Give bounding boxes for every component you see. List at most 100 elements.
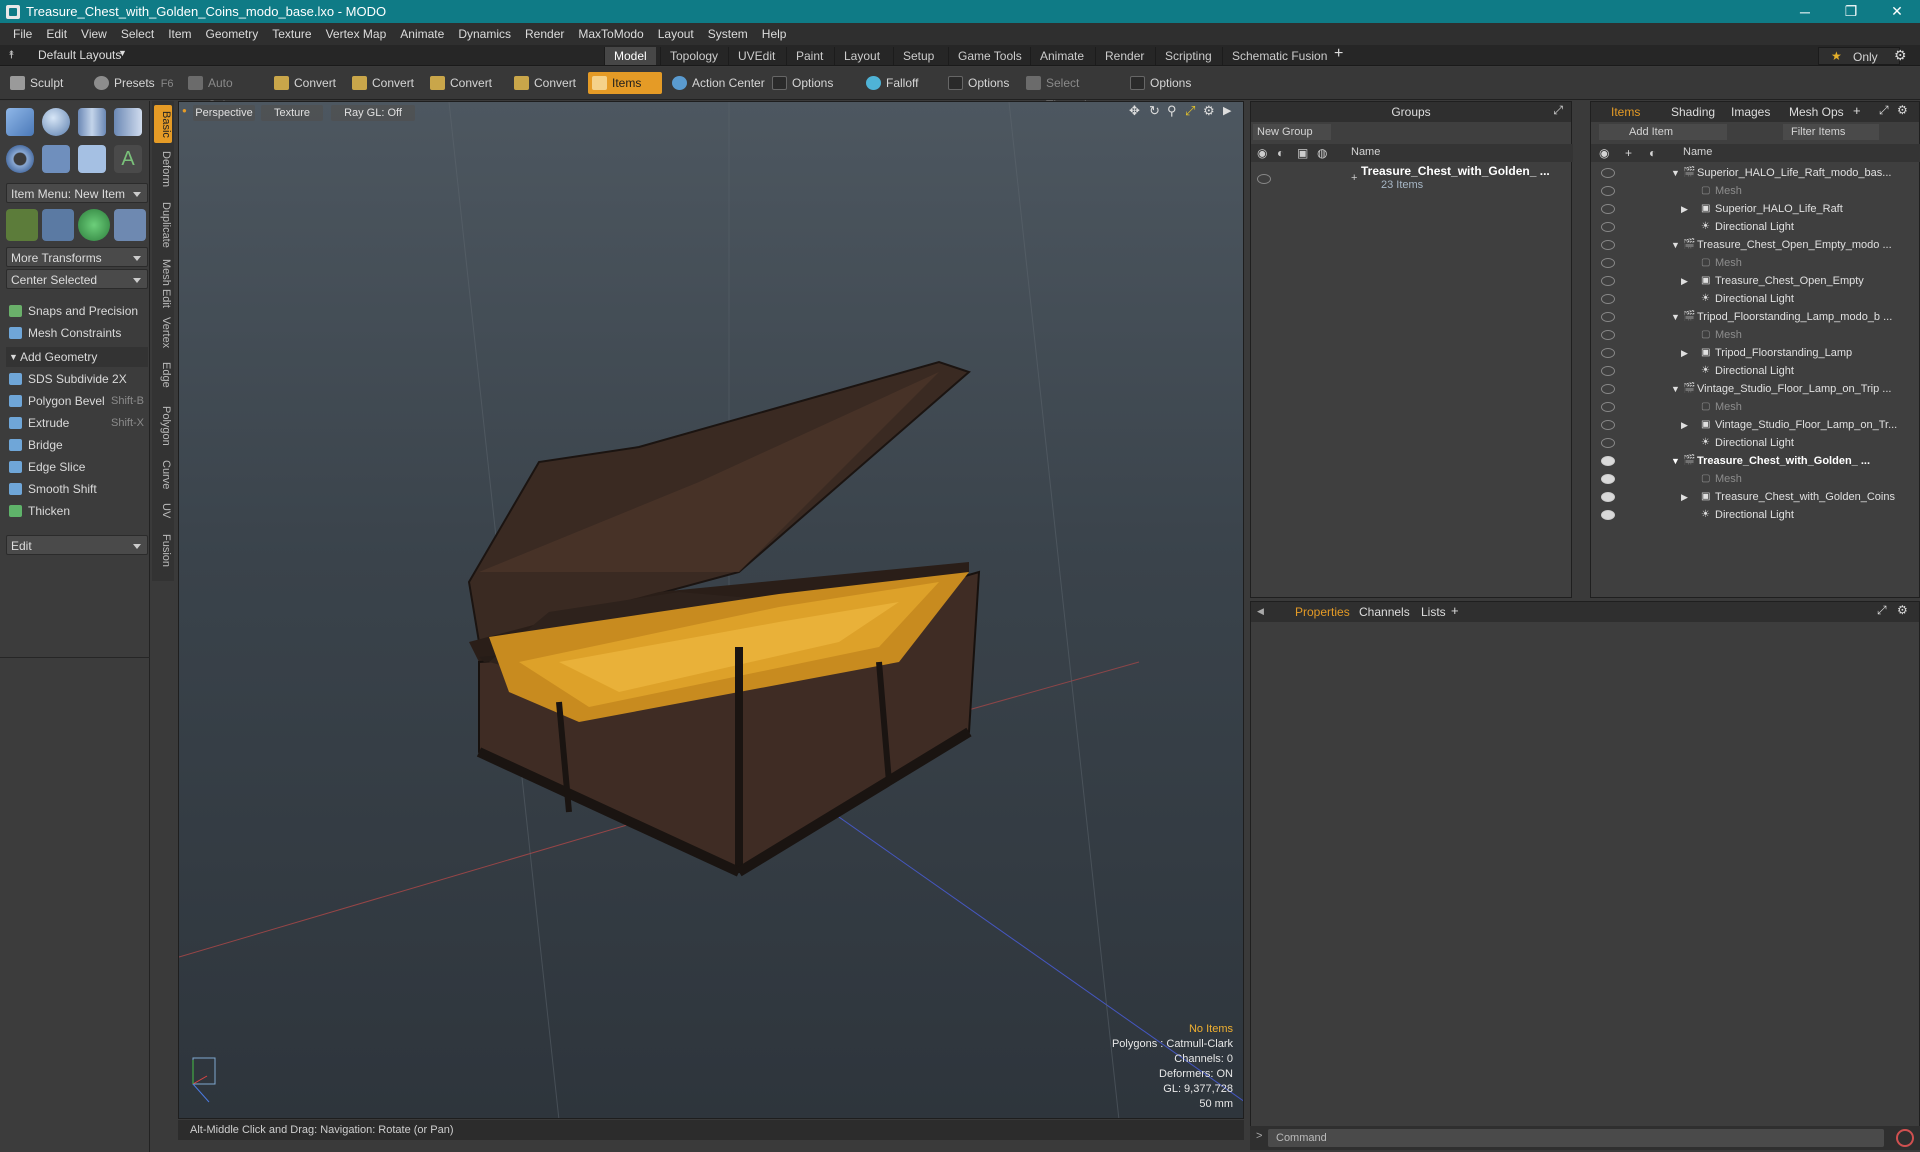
eye-icon[interactable]	[1601, 168, 1615, 178]
cone-icon[interactable]	[114, 108, 142, 136]
more-transforms-dropdown[interactable]: More Transforms	[6, 247, 148, 267]
chevron-right-icon[interactable]: ▶	[1681, 272, 1688, 290]
tab-topology[interactable]: Topology	[660, 47, 727, 65]
drag-handle-icon[interactable]: ◀	[1257, 606, 1264, 617]
item-row-light[interactable]: ☀ Directional Light	[1591, 506, 1920, 524]
tab-lists[interactable]: Lists	[1421, 605, 1446, 619]
chevron-right-icon[interactable]: ▶	[1681, 200, 1688, 218]
eye-icon[interactable]	[1601, 186, 1615, 196]
menu-render[interactable]: Render	[518, 27, 571, 41]
tab-paint[interactable]: Paint	[786, 47, 832, 65]
tab-deform[interactable]: Deform	[154, 147, 172, 191]
tab-model[interactable]: Model	[604, 47, 656, 65]
close-button[interactable]: ✕	[1874, 0, 1920, 23]
only-toggle[interactable]: ★ Only	[1818, 47, 1900, 65]
collapse-icon[interactable]: ⯭	[8, 49, 15, 62]
new-group-button[interactable]: New Group	[1253, 124, 1331, 140]
tab-duplicate[interactable]: Duplicate	[154, 197, 172, 253]
chevron-down-icon[interactable]: ▼	[1671, 164, 1680, 182]
sphere-icon[interactable]	[42, 108, 70, 136]
select-through-button[interactable]: Select Through	[1022, 72, 1122, 112]
thicken-button[interactable]: Thicken	[6, 501, 148, 521]
chevron-down-icon[interactable]: ▼	[1671, 452, 1680, 470]
polygon-bevel-button[interactable]: Polygon Bevel Shift-B	[6, 391, 148, 411]
move-view-icon[interactable]: ✥	[1129, 103, 1140, 119]
eye-icon[interactable]	[1601, 510, 1615, 520]
gear-icon[interactable]: ⚙	[1897, 103, 1908, 117]
item-menu-dropdown[interactable]: Item Menu: New Item	[6, 183, 148, 203]
item-row-light[interactable]: ☀ Directional Light	[1591, 290, 1920, 308]
zoom-icon[interactable]: ⚲	[1167, 103, 1177, 119]
gear-icon[interactable]: ⚙	[1897, 603, 1908, 617]
grid-icon[interactable]	[42, 209, 74, 241]
eye-icon[interactable]	[1601, 276, 1615, 286]
item-row-mesh[interactable]: ▢ Mesh	[1591, 326, 1920, 344]
items-mode-button[interactable]: Items	[588, 72, 662, 94]
tab-setup[interactable]: Setup	[893, 47, 943, 65]
pyramid-icon[interactable]	[114, 209, 146, 241]
eye-icon[interactable]	[1601, 240, 1615, 250]
raygl-button[interactable]: Ray GL: Off	[331, 105, 415, 121]
tab-render[interactable]: Render	[1095, 47, 1153, 65]
item-row-mesh[interactable]: ▢ Mesh	[1591, 254, 1920, 272]
item-row-item[interactable]: ▶ ▣ Treasure_Chest_with_Golden_Coins	[1591, 488, 1920, 506]
eye-icon[interactable]: ◉	[1257, 146, 1267, 160]
gear-icon[interactable]: ⚙	[1894, 47, 1907, 64]
tab-polygon[interactable]: Polygon	[154, 403, 172, 449]
record-icon[interactable]	[1896, 1129, 1914, 1147]
convert-polygon-button[interactable]: Convert	[426, 72, 498, 94]
tab-curve[interactable]: Curve	[154, 457, 172, 493]
auto-select-button[interactable]: Auto Select	[184, 72, 268, 112]
convert-item-button[interactable]: Convert	[510, 72, 582, 94]
menu-item[interactable]: Item	[161, 27, 198, 41]
torus-icon[interactable]	[6, 145, 34, 173]
tab-animate[interactable]: Animate	[1030, 47, 1093, 65]
eye-icon[interactable]	[1601, 420, 1615, 430]
add-tab-icon[interactable]: +	[1451, 603, 1459, 618]
filter-items-input[interactable]: Filter Items	[1783, 124, 1879, 140]
sculpt-button[interactable]: Sculpt	[6, 72, 86, 94]
tube-icon[interactable]	[42, 145, 70, 173]
select-icon[interactable]: ◍	[1317, 146, 1327, 160]
tab-fusion[interactable]: Fusion	[154, 531, 172, 571]
item-row-item[interactable]: ▶ ▣ Treasure_Chest_Open_Empty	[1591, 272, 1920, 290]
convert-edge-button[interactable]: Convert	[348, 72, 420, 94]
eye-icon[interactable]	[1601, 258, 1615, 268]
tab-edge[interactable]: Edge	[154, 359, 172, 391]
item-row-mesh[interactable]: ▢ Mesh	[1591, 470, 1920, 488]
eye-icon[interactable]	[1601, 456, 1615, 466]
edge-slice-button[interactable]: Edge Slice	[6, 457, 148, 477]
item-row-item[interactable]: ▶ ▣ Vintage_Studio_Floor_Lamp_on_Tr...	[1591, 416, 1920, 434]
expand-icon[interactable]: ⤢	[1877, 603, 1887, 618]
chevron-down-icon[interactable]: ▼	[1671, 308, 1680, 326]
item-row-scene[interactable]: ▼ 🎬 Treasure_Chest_with_Golden_ ...	[1591, 452, 1920, 470]
edit-dropdown[interactable]: Edit	[6, 535, 148, 555]
menu-view[interactable]: View	[74, 27, 114, 41]
options-button-2[interactable]: Options	[944, 72, 1020, 94]
item-row-mesh[interactable]: ▢ Mesh	[1591, 182, 1920, 200]
tab-vertex[interactable]: Vertex	[154, 313, 172, 353]
eye-icon[interactable]	[1601, 402, 1615, 412]
command-input[interactable]: Command	[1268, 1129, 1884, 1147]
tab-schematic-fusion[interactable]: Schematic Fusion	[1222, 47, 1336, 65]
maximize-button[interactable]: ❐	[1828, 0, 1874, 23]
expand-arrow-icon[interactable]: ▶	[1223, 104, 1231, 117]
menu-geometry[interactable]: Geometry	[199, 27, 266, 41]
eye-icon[interactable]	[1601, 492, 1615, 502]
center-selected-dropdown[interactable]: Center Selected	[6, 269, 148, 289]
menu-texture[interactable]: Texture	[265, 27, 318, 41]
tab-items[interactable]: Items	[1611, 105, 1640, 119]
menu-file[interactable]: File	[6, 27, 39, 41]
convert-vertex-button[interactable]: Convert	[270, 72, 342, 94]
rotate-view-icon[interactable]: ↻	[1149, 103, 1160, 119]
eye-icon[interactable]	[1601, 312, 1615, 322]
3d-viewport[interactable]: ● Perspective Texture Ray GL: Off ✥ ↻ ⚲ …	[178, 101, 1244, 1119]
options-button-1[interactable]: Options	[768, 72, 852, 94]
expand-icon[interactable]: ⤢	[1553, 103, 1563, 118]
eye-icon[interactable]	[1257, 174, 1271, 184]
tab-properties[interactable]: Properties	[1295, 605, 1350, 619]
text-icon[interactable]: A	[114, 145, 142, 173]
render-icon[interactable]: ◐	[1649, 146, 1656, 160]
add-tab-icon[interactable]: +	[1853, 103, 1861, 118]
eye-icon[interactable]	[1601, 366, 1615, 376]
